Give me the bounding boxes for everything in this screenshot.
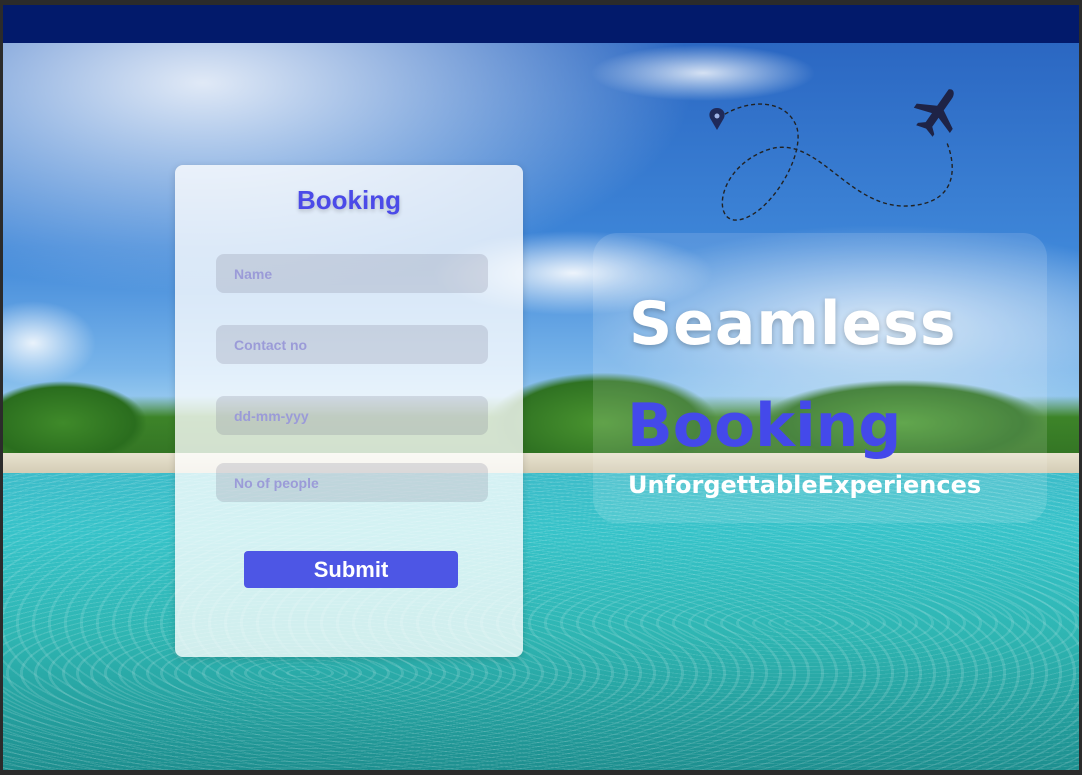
flight-path-decoration — [709, 89, 954, 221]
hero-subtitle: UnforgettableExperiences — [628, 471, 982, 499]
page-frame: Seamless Booking UnforgettableExperience… — [3, 5, 1079, 770]
contact-input[interactable] — [216, 325, 488, 364]
top-bar — [3, 5, 1079, 43]
airplane-icon — [913, 89, 954, 137]
people-input[interactable] — [216, 463, 488, 502]
form-title: Booking — [297, 185, 401, 215]
submit-button[interactable]: Submit — [244, 551, 458, 588]
booking-form-card: Booking Submit — [175, 165, 523, 657]
date-input[interactable] — [216, 396, 488, 435]
hero-title-seamless: Seamless — [629, 289, 957, 359]
location-pin-icon — [709, 108, 725, 130]
hero-title-booking: Booking — [627, 391, 902, 461]
name-input[interactable] — [216, 254, 488, 293]
